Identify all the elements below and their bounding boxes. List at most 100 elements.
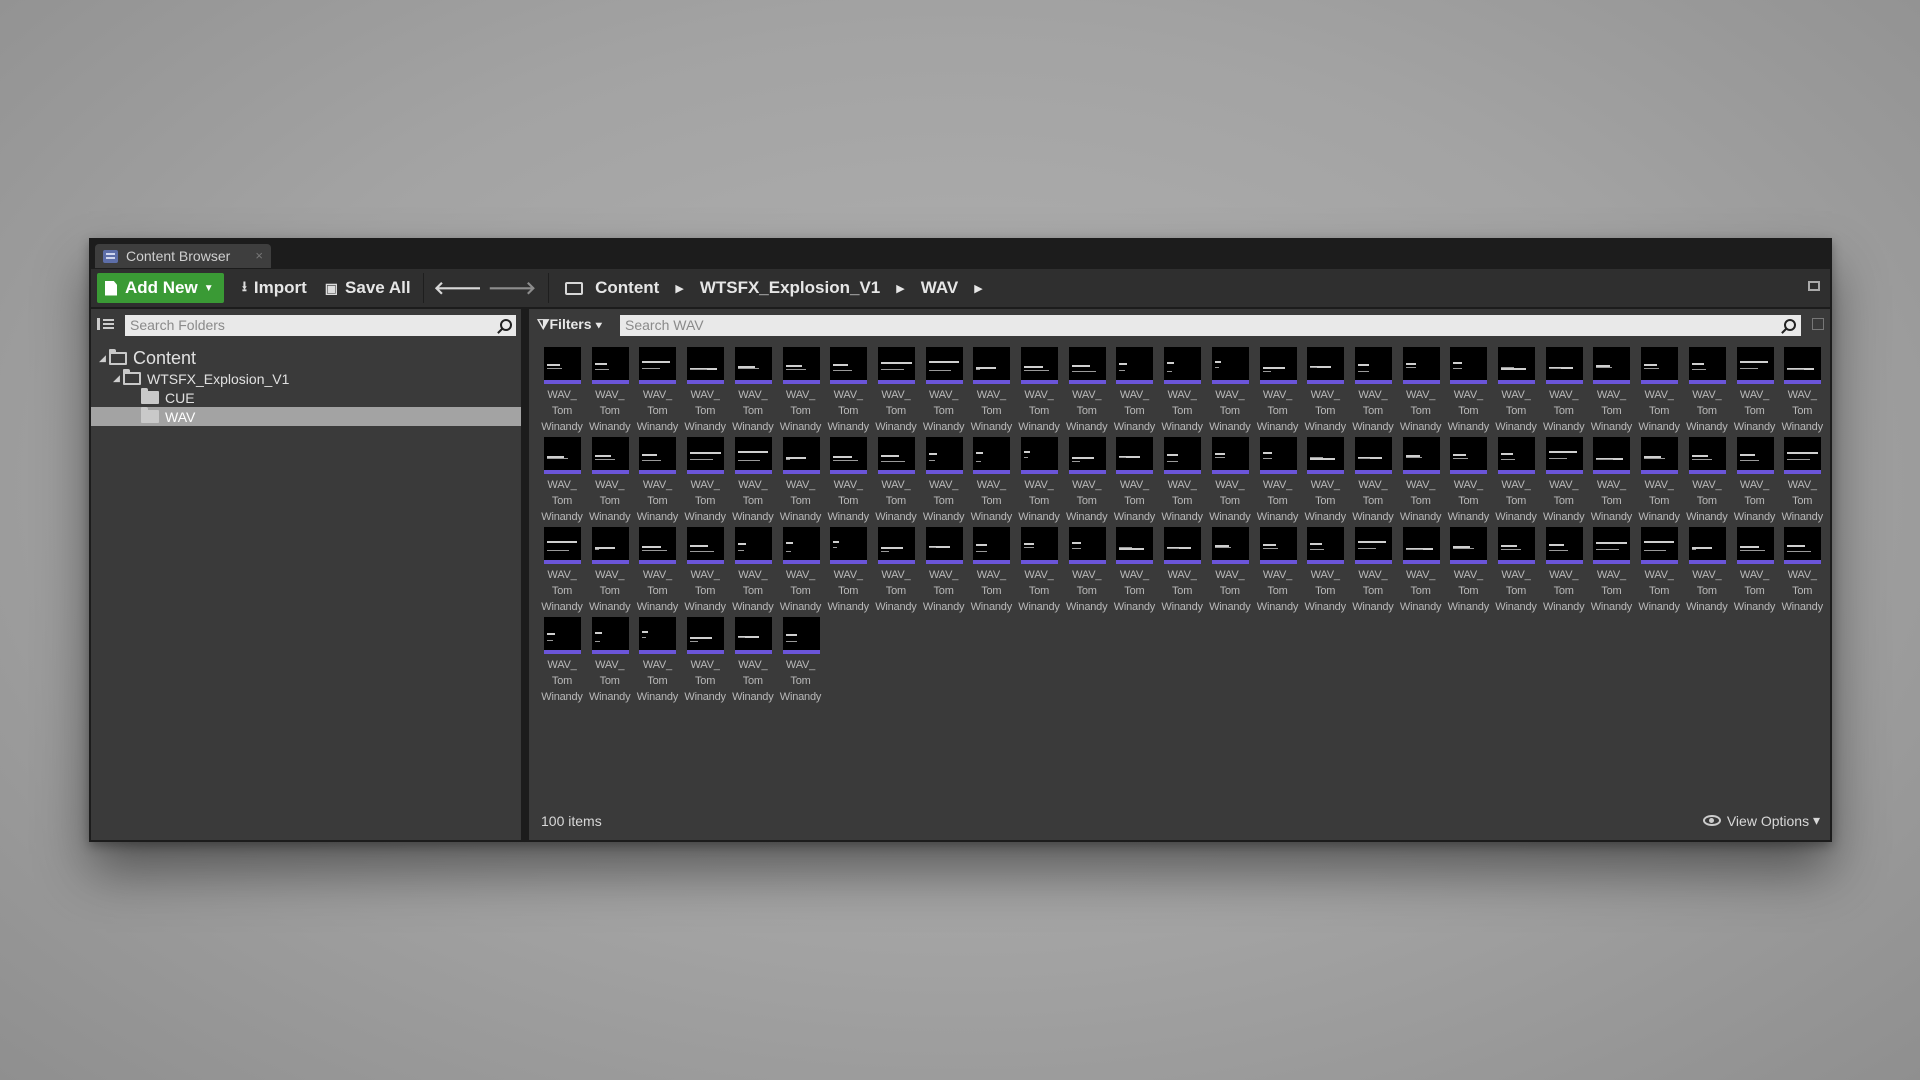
wav-asset-tile[interactable]: WAV_ Tom Winandy [1302, 527, 1348, 615]
folder-tree-item[interactable]: ◢ WTSFX_Explosion_V1 [91, 369, 521, 388]
folder-icon[interactable] [565, 281, 584, 295]
wav-asset-tile[interactable]: WAV_ Tom Winandy [587, 347, 633, 435]
wav-asset-tile[interactable]: WAV_ Tom Winandy [1588, 347, 1634, 435]
wav-asset-tile[interactable]: WAV_ Tom Winandy [778, 347, 824, 435]
wav-asset-tile[interactable]: WAV_ Tom Winandy [778, 527, 824, 615]
wav-asset-tile[interactable]: WAV_ Tom Winandy [730, 527, 776, 615]
sources-toggle-icon[interactable] [97, 318, 114, 330]
wav-asset-tile[interactable]: WAV_ Tom Winandy [1350, 437, 1396, 525]
wav-asset-tile[interactable]: WAV_ Tom Winandy [921, 437, 967, 525]
wav-asset-tile[interactable]: WAV_ Tom Winandy [1493, 347, 1539, 435]
breadcrumb-wtsfx-explosion[interactable]: WTSFX_Explosion_V1 [700, 278, 880, 298]
wav-asset-tile[interactable]: WAV_ Tom Winandy [587, 437, 633, 525]
wav-asset-tile[interactable]: WAV_ Tom Winandy [1398, 527, 1444, 615]
view-options-button[interactable]: View Options ▾ [1702, 812, 1820, 829]
wav-asset-tile[interactable]: WAV_ Tom Winandy [1207, 437, 1253, 525]
wav-asset-tile[interactable]: WAV_ Tom Winandy [873, 527, 919, 615]
wav-asset-tile[interactable]: WAV_ Tom Winandy [1255, 437, 1301, 525]
wav-asset-tile[interactable]: WAV_ Tom Winandy [1159, 347, 1205, 435]
wav-asset-tile[interactable]: WAV_ Tom Winandy [682, 437, 728, 525]
wav-asset-tile[interactable]: WAV_ Tom Winandy [1398, 437, 1444, 525]
back-arrow-icon[interactable]: 🡐 [434, 278, 482, 299]
wav-asset-tile[interactable]: WAV_ Tom Winandy [1111, 437, 1157, 525]
wav-asset-tile[interactable]: WAV_ Tom Winandy [1732, 527, 1778, 615]
search-icon[interactable] [500, 319, 512, 331]
wav-asset-tile[interactable]: WAV_ Tom Winandy [1398, 347, 1444, 435]
wav-asset-tile[interactable]: WAV_ Tom Winandy [921, 347, 967, 435]
wav-asset-tile[interactable]: WAV_ Tom Winandy [1541, 347, 1587, 435]
wav-asset-tile[interactable]: WAV_ Tom Winandy [1445, 347, 1491, 435]
wav-asset-tile[interactable]: WAV_ Tom Winandy [1350, 347, 1396, 435]
wav-asset-tile[interactable]: WAV_ Tom Winandy [1207, 347, 1253, 435]
wav-asset-tile[interactable]: WAV_ Tom Winandy [1732, 437, 1778, 525]
breadcrumb-separator-icon[interactable]: ▶ [974, 282, 982, 295]
wav-asset-tile[interactable]: WAV_ Tom Winandy [634, 437, 680, 525]
breadcrumb-separator-icon[interactable]: ▶ [675, 282, 683, 295]
wav-asset-tile[interactable]: WAV_ Tom Winandy [730, 617, 776, 705]
wav-asset-tile[interactable]: WAV_ Tom Winandy [873, 347, 919, 435]
wav-asset-tile[interactable]: WAV_ Tom Winandy [1064, 437, 1110, 525]
wav-asset-tile[interactable]: WAV_ Tom Winandy [1636, 437, 1682, 525]
wav-asset-tile[interactable]: WAV_ Tom Winandy [825, 437, 871, 525]
wav-asset-tile[interactable]: WAV_ Tom Winandy [682, 527, 728, 615]
breadcrumb-content[interactable]: Content [595, 278, 659, 298]
wav-asset-tile[interactable]: WAV_ Tom Winandy [873, 437, 919, 525]
wav-asset-tile[interactable]: WAV_ Tom Winandy [1588, 527, 1634, 615]
wav-asset-tile[interactable]: WAV_ Tom Winandy [1779, 347, 1825, 435]
wav-asset-tile[interactable]: WAV_ Tom Winandy [634, 527, 680, 615]
wav-asset-tile[interactable]: WAV_ Tom Winandy [1111, 347, 1157, 435]
wav-asset-tile[interactable]: WAV_ Tom Winandy [968, 437, 1014, 525]
wav-asset-tile[interactable]: WAV_ Tom Winandy [1207, 527, 1253, 615]
wav-asset-tile[interactable]: WAV_ Tom Winandy [539, 527, 585, 615]
wav-asset-tile[interactable]: WAV_ Tom Winandy [1636, 527, 1682, 615]
wav-asset-tile[interactable]: WAV_ Tom Winandy [1445, 527, 1491, 615]
search-folders-input[interactable]: Search Folders [125, 315, 516, 336]
wav-asset-tile[interactable]: WAV_ Tom Winandy [1445, 437, 1491, 525]
wav-asset-tile[interactable]: WAV_ Tom Winandy [1159, 527, 1205, 615]
add-new-button[interactable]: Add New ▼ [97, 273, 224, 303]
wav-asset-tile[interactable]: WAV_ Tom Winandy [968, 347, 1014, 435]
wav-asset-tile[interactable]: WAV_ Tom Winandy [1541, 527, 1587, 615]
wav-asset-tile[interactable]: WAV_ Tom Winandy [1779, 437, 1825, 525]
tab-content-browser[interactable]: Content Browser × [95, 244, 271, 268]
wav-asset-tile[interactable]: WAV_ Tom Winandy [587, 617, 633, 705]
folder-tree-item[interactable]: ◢ Content [91, 348, 521, 369]
lock-icon[interactable] [1808, 281, 1820, 291]
wav-asset-tile[interactable]: WAV_ Tom Winandy [1684, 347, 1730, 435]
wav-asset-tile[interactable]: WAV_ Tom Winandy [1493, 437, 1539, 525]
wav-asset-tile[interactable]: WAV_ Tom Winandy [730, 347, 776, 435]
wav-asset-tile[interactable]: WAV_ Tom Winandy [587, 527, 633, 615]
wav-asset-tile[interactable]: WAV_ Tom Winandy [1016, 437, 1062, 525]
wav-asset-tile[interactable]: WAV_ Tom Winandy [730, 437, 776, 525]
wav-asset-tile[interactable]: WAV_ Tom Winandy [1016, 347, 1062, 435]
wav-asset-tile[interactable]: WAV_ Tom Winandy [1636, 347, 1682, 435]
wav-asset-tile[interactable]: WAV_ Tom Winandy [1684, 527, 1730, 615]
wav-asset-tile[interactable]: WAV_ Tom Winandy [1588, 437, 1634, 525]
breadcrumb-separator-icon[interactable]: ▶ [896, 282, 904, 295]
wav-asset-tile[interactable]: WAV_ Tom Winandy [778, 617, 824, 705]
wav-asset-tile[interactable]: WAV_ Tom Winandy [1350, 527, 1396, 615]
wav-asset-tile[interactable]: WAV_ Tom Winandy [968, 527, 1014, 615]
breadcrumb-wav[interactable]: WAV [921, 278, 958, 298]
wav-asset-tile[interactable]: WAV_ Tom Winandy [1779, 527, 1825, 615]
wav-asset-tile[interactable]: WAV_ Tom Winandy [634, 347, 680, 435]
wav-asset-tile[interactable]: WAV_ Tom Winandy [1302, 347, 1348, 435]
folder-tree-item[interactable]: CUE [91, 388, 521, 407]
wav-asset-tile[interactable]: WAV_ Tom Winandy [1255, 347, 1301, 435]
wav-asset-tile[interactable]: WAV_ Tom Winandy [1541, 437, 1587, 525]
wav-asset-tile[interactable]: WAV_ Tom Winandy [921, 527, 967, 615]
wav-asset-tile[interactable]: WAV_ Tom Winandy [1064, 347, 1110, 435]
wav-asset-tile[interactable]: WAV_ Tom Winandy [539, 437, 585, 525]
wav-asset-tile[interactable]: WAV_ Tom Winandy [1732, 347, 1778, 435]
search-wav-input[interactable]: Search WAV [620, 315, 1801, 336]
close-icon[interactable]: × [255, 248, 263, 263]
wav-asset-tile[interactable]: WAV_ Tom Winandy [539, 347, 585, 435]
wav-asset-tile[interactable]: WAV_ Tom Winandy [539, 617, 585, 705]
wav-asset-tile[interactable]: WAV_ Tom Winandy [1159, 437, 1205, 525]
wav-asset-tile[interactable]: WAV_ Tom Winandy [825, 527, 871, 615]
wav-asset-tile[interactable]: WAV_ Tom Winandy [1302, 437, 1348, 525]
wav-asset-tile[interactable]: WAV_ Tom Winandy [778, 437, 824, 525]
folder-tree-item[interactable]: WAV [91, 407, 521, 426]
wav-asset-tile[interactable]: WAV_ Tom Winandy [634, 617, 680, 705]
wav-asset-tile[interactable]: WAV_ Tom Winandy [825, 347, 871, 435]
